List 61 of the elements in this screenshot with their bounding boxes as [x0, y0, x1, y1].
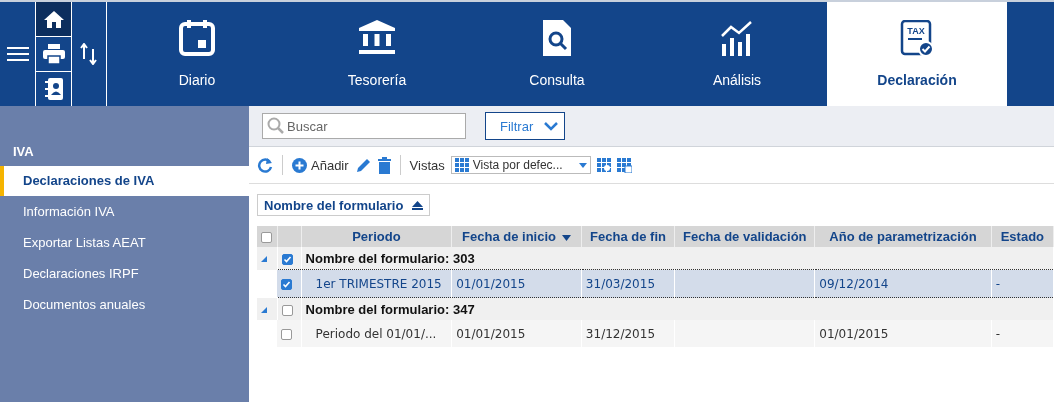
views-label: Vistas — [409, 157, 445, 173]
table-cell: 31/12/2015 — [581, 320, 675, 347]
search-field[interactable]: Buscar — [262, 113, 466, 139]
table-cell: - — [991, 320, 1054, 347]
table-cell: - — [991, 269, 1054, 298]
views-dropdown[interactable]: Vista por defec... — [450, 156, 591, 174]
column-header[interactable]: Año de parametrización — [814, 226, 992, 247]
table-cell: 01/01/2015 — [451, 320, 582, 347]
sidebar-item[interactable]: Información IVA — [0, 196, 249, 227]
table-cell: 09/12/2014 — [814, 269, 992, 298]
pencil-icon[interactable] — [354, 156, 372, 174]
grid-settings-icon[interactable] — [596, 158, 611, 172]
expand-icon[interactable] — [261, 306, 267, 313]
nav-tab[interactable]: Consulta — [467, 2, 647, 106]
calendar-icon — [179, 20, 215, 56]
table-cell: Periodo del 01/01/... — [301, 320, 452, 347]
menu-icon[interactable] — [6, 46, 29, 62]
nav-tab[interactable]: TAX Declaración — [827, 2, 1007, 106]
nav-tab[interactable]: Análisis — [647, 2, 827, 106]
column-header[interactable]: Estado — [991, 226, 1054, 247]
sort-down-icon — [561, 234, 571, 241]
checkbox[interactable] — [281, 253, 293, 265]
column-header[interactable]: Fecha de validación — [674, 226, 815, 247]
checkbox[interactable] — [281, 328, 293, 340]
table-cell: 1er TRIMESTRE 2015 — [301, 269, 452, 298]
eject-icon — [412, 200, 424, 210]
table-cell: 01/01/2015 — [451, 269, 582, 298]
address-book-icon[interactable] — [44, 78, 63, 100]
expand-icon[interactable] — [261, 256, 267, 263]
chevron-down-icon — [544, 121, 558, 131]
nav-tab[interactable]: Tesorería — [287, 2, 467, 106]
column-header[interactable]: Periodo — [301, 226, 452, 247]
column-header[interactable]: Fecha de inicio — [451, 226, 582, 247]
nav-tab[interactable]: Diario — [107, 2, 287, 106]
checkbox[interactable] — [281, 304, 293, 316]
group-label: Nombre del formulario: 303 — [305, 250, 475, 266]
table-cell: 01/01/2015 — [814, 320, 992, 347]
sidebar-item[interactable]: Declaraciones de IVA — [0, 166, 249, 196]
tax-document-icon: TAX — [899, 20, 935, 56]
table-cell: 31/03/2015 — [581, 269, 675, 298]
home-icon[interactable] — [43, 10, 64, 28]
checkbox[interactable] — [261, 232, 273, 244]
refresh-icon[interactable] — [257, 157, 273, 173]
sidebar-item[interactable]: Exportar Listas AEAT — [0, 227, 249, 258]
bank-icon — [359, 20, 395, 56]
sidebar-item[interactable]: Documentos anuales — [0, 289, 249, 320]
printer-icon[interactable] — [42, 44, 65, 64]
filter-button[interactable]: Filtrar — [485, 112, 565, 140]
add-button[interactable]: Añadir — [292, 157, 349, 173]
plus-icon — [292, 157, 307, 173]
sort-arrows-icon[interactable] — [80, 43, 98, 65]
column-header[interactable]: Fecha de fin — [581, 226, 675, 247]
grid-view-icon[interactable] — [616, 157, 632, 173]
dropdown-arrow-icon — [578, 162, 587, 168]
trash-icon[interactable] — [377, 156, 391, 174]
section-title: IVA — [12, 144, 35, 161]
group-by-button[interactable]: Nombre del formulario — [257, 194, 431, 216]
group-label: Nombre del formulario: 347 — [305, 301, 475, 317]
sidebar-item[interactable]: Declaraciones IRPF — [0, 258, 249, 289]
checkbox[interactable] — [281, 278, 293, 290]
grid-lock-icon — [454, 158, 469, 172]
